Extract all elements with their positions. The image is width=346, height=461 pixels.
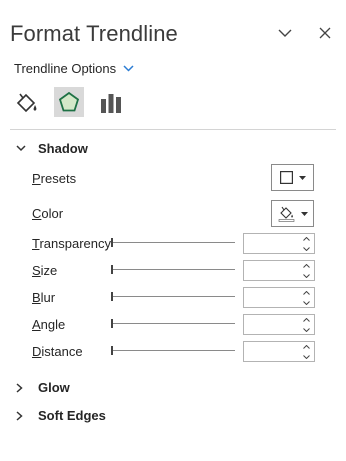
color-label: Color [32, 206, 64, 221]
spin-up-button[interactable] [300, 234, 312, 243]
size-input[interactable] [244, 261, 298, 280]
angle-slider[interactable] [111, 319, 235, 328]
shadow-heading: Shadow [38, 141, 88, 156]
dropdown-arrow-icon [300, 211, 308, 216]
chevron-down-icon [123, 65, 134, 72]
tab-divider [10, 129, 336, 130]
chevron-right-icon [16, 382, 30, 393]
transparency-spinbox[interactable] [243, 233, 315, 254]
close-button[interactable] [314, 22, 336, 44]
slider-thumb[interactable] [111, 265, 113, 274]
blur-slider[interactable] [111, 292, 235, 301]
chevron-up-icon [302, 344, 310, 349]
chevron-up-icon [302, 236, 310, 241]
blur-label: Blur [32, 290, 56, 305]
trendline-options-label: Trendline Options [14, 61, 117, 76]
transparency-input[interactable] [244, 234, 298, 253]
angle-label: Angle [32, 317, 66, 332]
blur-spinbox[interactable] [243, 287, 315, 308]
spin-down-button[interactable] [300, 271, 312, 280]
shadow-preset-icon [279, 171, 293, 184]
glow-section-header[interactable]: Glow [16, 380, 70, 395]
paint-bucket-icon [278, 206, 294, 222]
spin-up-button[interactable] [300, 288, 312, 297]
size-spinbox[interactable] [243, 260, 315, 281]
chevron-down-icon [278, 29, 292, 37]
spin-down-button[interactable] [300, 298, 312, 307]
transparency-label: Transparency [32, 236, 112, 251]
spin-down-button[interactable] [300, 325, 312, 334]
distance-label: Distance [32, 344, 83, 359]
spin-down-button[interactable] [300, 244, 312, 253]
spin-down-button[interactable] [300, 352, 312, 361]
paint-bucket-icon [16, 93, 37, 113]
chevron-up-icon [302, 290, 310, 295]
slider-thumb[interactable] [111, 346, 113, 355]
size-label: Size [32, 263, 58, 278]
chevron-down-icon [302, 354, 310, 359]
chevron-down-icon [302, 273, 310, 278]
spin-up-button[interactable] [300, 342, 312, 351]
chevron-up-icon [302, 317, 310, 322]
transparency-slider[interactable] [111, 238, 235, 247]
distance-slider[interactable] [111, 346, 235, 355]
angle-spinbox[interactable] [243, 314, 315, 335]
chevron-down-icon [302, 300, 310, 305]
dropdown-arrow-icon [298, 175, 306, 180]
soft-edges-section-header[interactable]: Soft Edges [16, 408, 106, 423]
chevron-up-icon [302, 263, 310, 268]
tab-fill-line[interactable] [12, 88, 42, 118]
chevron-right-icon [16, 410, 30, 421]
distance-input[interactable] [244, 342, 298, 361]
blur-input[interactable] [244, 288, 298, 307]
spin-up-button[interactable] [300, 315, 312, 324]
slider-thumb[interactable] [111, 319, 113, 328]
shadow-section-header[interactable]: Shadow [16, 141, 88, 156]
pane-title: Format Trendline [10, 21, 178, 46]
close-icon [319, 27, 331, 39]
glow-heading: Glow [38, 380, 70, 395]
bar-chart-icon [101, 94, 121, 113]
slider-thumb[interactable] [111, 238, 113, 247]
presets-label: Presets [32, 171, 77, 186]
chevron-down-icon [16, 145, 30, 152]
angle-input[interactable] [244, 315, 298, 334]
size-slider[interactable] [111, 265, 235, 274]
chevron-down-icon [302, 246, 310, 251]
slider-thumb[interactable] [111, 292, 113, 301]
spin-up-button[interactable] [300, 261, 312, 270]
pentagon-icon [58, 91, 80, 112]
task-pane-options-button[interactable] [274, 22, 296, 44]
presets-dropdown[interactable] [271, 164, 314, 191]
chevron-down-icon [302, 327, 310, 332]
distance-spinbox[interactable] [243, 341, 315, 362]
soft-edges-heading: Soft Edges [38, 408, 106, 423]
tab-effects[interactable] [54, 87, 84, 117]
tab-trendline-options[interactable] [96, 88, 126, 118]
trendline-options-dropdown[interactable]: Trendline Options [14, 61, 134, 76]
color-dropdown[interactable] [271, 200, 314, 227]
